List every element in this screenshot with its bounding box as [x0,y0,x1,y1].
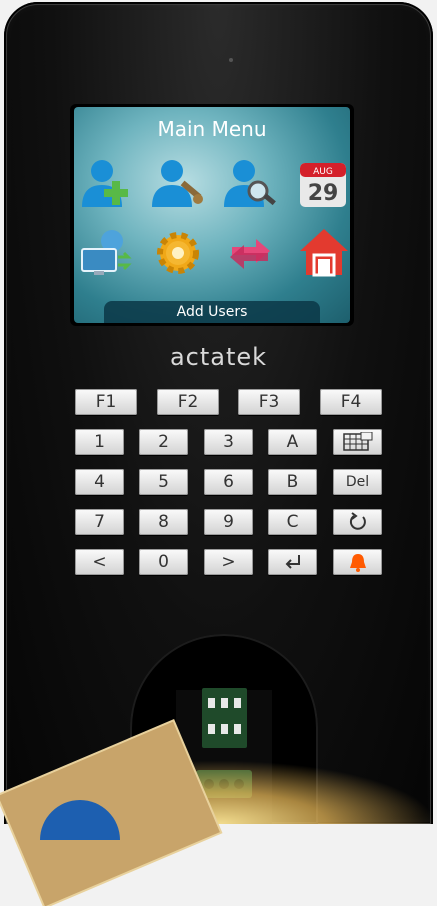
alarm-key[interactable] [333,549,382,575]
refresh-icon [349,512,366,530]
sync-arrows-icon[interactable] [222,227,278,279]
key-6[interactable]: 6 [204,469,253,495]
bell-icon [349,554,366,572]
key-f4[interactable]: F4 [320,389,382,415]
key-c[interactable]: C [268,509,317,535]
key-3[interactable]: 3 [204,429,253,455]
network-icon[interactable] [78,227,134,279]
key-5[interactable]: 5 [139,469,188,495]
key-4[interactable]: 4 [75,469,124,495]
search-user-icon[interactable] [222,157,278,209]
calendar-day: 29 [308,181,339,206]
lcd-screen: Main Menu AUG 29 Add Users [74,107,350,323]
key-del[interactable]: Del [333,469,382,495]
edit-user-icon[interactable] [150,157,206,209]
calendar-month: AUG [313,167,333,177]
key-8[interactable]: 8 [139,509,188,535]
add-user-icon[interactable] [78,157,134,209]
indicator-led [229,58,233,62]
key-f3[interactable]: F3 [238,389,300,415]
key-left[interactable]: < [75,549,124,575]
sensor-circuit-board [202,688,247,748]
settings-gear-icon[interactable] [150,227,206,279]
key-0[interactable]: 0 [139,549,188,575]
key-1[interactable]: 1 [75,429,124,455]
screen-title: Main Menu [157,117,267,141]
keyboard-key[interactable] [333,429,382,455]
home-icon[interactable] [296,225,350,277]
key-7[interactable]: 7 [75,509,124,535]
key-2[interactable]: 2 [139,429,188,455]
calendar-icon[interactable]: AUG 29 [298,159,348,209]
key-f2[interactable]: F2 [157,389,219,415]
brand-logo: actatek [169,343,268,371]
key-right[interactable]: > [204,549,253,575]
enter-icon [285,555,300,569]
key-a[interactable]: A [268,429,317,455]
refresh-key[interactable] [333,509,382,535]
keyboard-icon [342,432,372,451]
key-b[interactable]: B [268,469,317,495]
selected-menu-label: Add Users [104,301,320,323]
key-9[interactable]: 9 [204,509,253,535]
key-f1[interactable]: F1 [75,389,137,415]
enter-key[interactable] [268,549,317,575]
